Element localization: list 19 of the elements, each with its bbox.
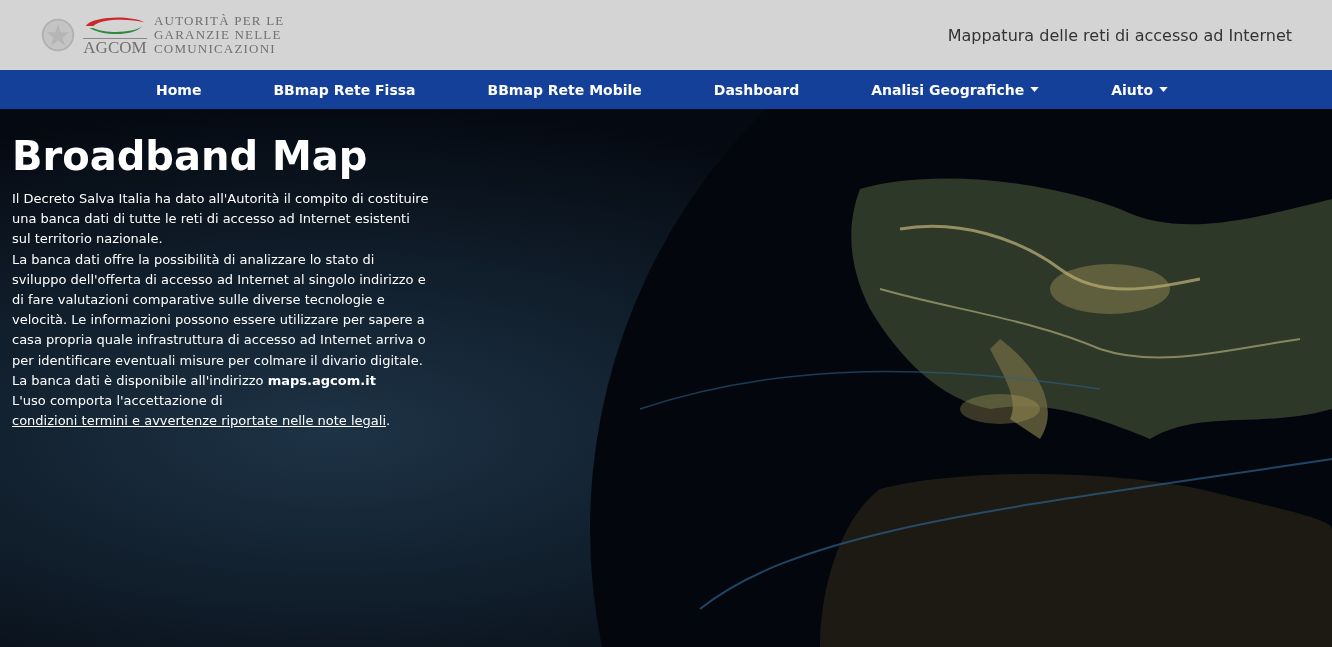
site-title: Mappatura delle reti di accesso ad Internet bbox=[947, 25, 1292, 45]
paragraph: Il Decreto Salva Italia ha dato all'Autorità il compito di costituire una banca dati di tutte le reti di accesso ad Internet esistenti sul territorio nazionale. bbox=[12, 190, 430, 249]
legal-link[interactable]: condizioni termini e avvertenze riportate nelle note legali bbox=[12, 413, 387, 429]
caret-icon bbox=[1159, 87, 1169, 92]
nav-link[interactable]: Home bbox=[120, 81, 238, 98]
nav-link[interactable]: BBmap Rete Mobile bbox=[451, 81, 678, 98]
nav-link[interactable]: Aiuto bbox=[1075, 81, 1205, 98]
nav-link[interactable]: BBmap Rete Fissa bbox=[237, 81, 452, 98]
logo-text: COMUNICAZIONI bbox=[154, 42, 277, 56]
nav-link[interactable]: Analisi Geografiche bbox=[835, 81, 1076, 98]
logo-text: GARANZIE NELLE bbox=[154, 28, 283, 42]
caret-icon bbox=[1030, 87, 1040, 92]
paragraph: L'uso comporta l'accettazione di condizioni termini e avvertenze riportate nelle note legali. bbox=[12, 392, 392, 431]
paragraph: La banca dati offre la possibilità di analizzare lo stato di sviluppo dell'offerta di accesso ad Internet al singolo indirizzo e di fare valutazioni comparative sulle diverse tecnologie e velocità. Le informazioni possono essere utilizzare per sapere a casa propria quale infrastruttura di accesso ad Internet arriva o per identificare eventuali misure per colmare il divario digitale. bbox=[12, 250, 427, 370]
paragraph: La banca dati è disponibile all'indirizzo maps.agcom.it bbox=[12, 371, 377, 390]
logo-acronym: AGCOM bbox=[83, 37, 147, 57]
page-heading: Broadband Map bbox=[12, 132, 369, 181]
nav-link[interactable]: Dashboard bbox=[677, 81, 836, 98]
logo-text: AUTORITÀ PER LE bbox=[154, 14, 285, 28]
